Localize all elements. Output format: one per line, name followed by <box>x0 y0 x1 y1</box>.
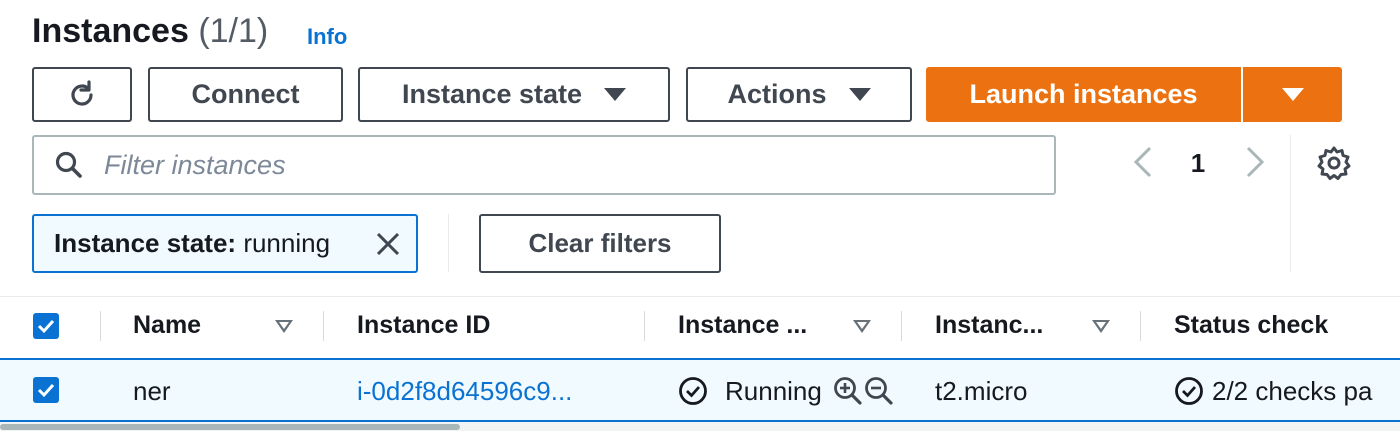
instance-type-value: t2.micro <box>935 376 1028 406</box>
scrollbar-thumb[interactable] <box>0 424 460 430</box>
filter-token-value: running <box>243 228 331 258</box>
refresh-icon <box>71 79 93 106</box>
select-all-checkbox[interactable] <box>33 313 59 339</box>
preferences-button[interactable] <box>1316 145 1352 186</box>
previous-page-button[interactable] <box>1130 145 1156 184</box>
column-header-instance-type[interactable]: Instanc... <box>935 311 1043 340</box>
close-icon[interactable] <box>374 230 402 258</box>
caret-down-icon <box>604 88 627 101</box>
table-row[interactable]: ner i-0d2f8d64596c9... Running t2.micro … <box>0 358 1400 422</box>
column-divider <box>644 311 645 341</box>
row-checkbox[interactable] <box>33 377 59 403</box>
column-header-instance-id[interactable]: Instance ID <box>357 311 490 340</box>
instance-state-value: Running <box>725 376 822 406</box>
instance-name: ner <box>133 376 171 406</box>
actions-dropdown[interactable]: Actions <box>686 67 912 122</box>
running-status-icon <box>679 377 707 405</box>
clear-filters-label: Clear filters <box>528 228 672 258</box>
launch-options-button[interactable] <box>1243 67 1342 122</box>
zoom-out-icon[interactable] <box>864 376 894 406</box>
info-link[interactable]: Info <box>307 24 347 50</box>
page-title: Instances (1/1) <box>32 12 268 51</box>
caret-down-icon <box>1281 88 1304 101</box>
next-page-button[interactable] <box>1242 145 1268 184</box>
caret-down-icon <box>848 88 871 101</box>
column-header-instance-state[interactable]: Instance ... <box>678 311 807 340</box>
column-divider <box>1140 311 1141 341</box>
column-divider <box>901 311 902 341</box>
search-icon <box>55 151 82 178</box>
launch-instances-button[interactable]: Launch instances <box>926 67 1241 122</box>
page-title-text: Instances <box>32 12 189 50</box>
current-page-number[interactable]: 1 <box>1184 148 1212 179</box>
instance-state-dropdown[interactable]: Instance state <box>358 67 670 122</box>
zoom-in-icon[interactable] <box>833 376 863 406</box>
actions-label: Actions <box>727 79 827 109</box>
filter-divider <box>448 214 449 272</box>
instance-id-link[interactable]: i-0d2f8d64596c9... <box>357 376 572 407</box>
filter-field[interactable] <box>32 135 1056 195</box>
column-header-status-check[interactable]: Status check <box>1174 311 1328 340</box>
instance-count: (1/1) <box>198 12 269 50</box>
clear-filters-button[interactable]: Clear filters <box>479 214 721 273</box>
refresh-button[interactable] <box>32 67 132 122</box>
connect-button[interactable]: Connect <box>148 67 343 122</box>
launch-instances-label: Launch instances <box>969 79 1198 109</box>
toolbar-divider <box>1290 135 1291 272</box>
chevron-left-icon <box>1133 146 1152 178</box>
filter-token: Instance state: running <box>32 214 418 273</box>
filter-input[interactable] <box>102 148 1006 182</box>
column-divider <box>100 311 101 341</box>
chevron-right-icon <box>1246 146 1265 178</box>
column-divider <box>323 311 324 341</box>
status-check-icon <box>1175 377 1203 405</box>
filter-token-key: Instance state: <box>54 228 237 258</box>
connect-button-label: Connect <box>191 79 300 109</box>
checkmark-icon <box>37 383 55 398</box>
instance-state-label: Instance state <box>401 79 583 109</box>
column-header-name[interactable]: Name <box>133 311 201 340</box>
checkmark-icon <box>37 319 55 334</box>
gear-icon <box>1317 146 1351 180</box>
status-check-value: 2/2 checks pa <box>1212 376 1373 406</box>
